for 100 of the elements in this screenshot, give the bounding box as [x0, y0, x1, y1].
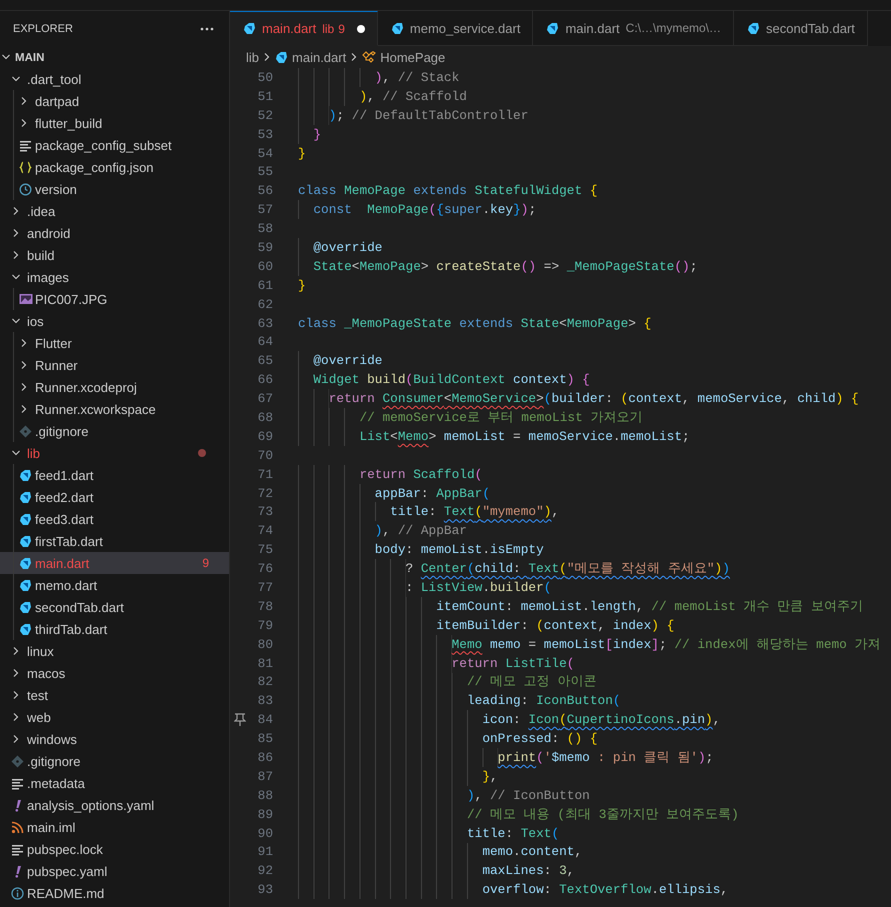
feed-file-icon [11, 820, 24, 834]
file-item[interactable]: secondTab.dart [0, 596, 229, 618]
folder-item[interactable]: images [0, 266, 229, 288]
folder-item[interactable]: Runner.xcodeproj [0, 376, 229, 398]
file-item[interactable]: .gitignore [0, 420, 229, 442]
file-item[interactable]: version [0, 178, 229, 200]
folder-item[interactable]: Flutter [0, 332, 229, 354]
folder-item[interactable]: Runner.xcworkspace [0, 398, 229, 420]
chevron-right-icon [19, 360, 29, 370]
line-number: 54 [256, 146, 273, 160]
editor-tab[interactable]: secondTab.dart [734, 11, 868, 46]
file-item[interactable]: pubspec.yaml [0, 860, 229, 882]
section-header[interactable]: MAIN [0, 46, 229, 68]
folder-item[interactable]: dartpad [0, 90, 229, 112]
line-number: 58 [256, 221, 273, 236]
file-item[interactable]: analysis_options.yaml [0, 794, 229, 816]
folder-item[interactable]: linux [0, 640, 229, 662]
clock-file-icon [19, 182, 32, 196]
line-number: 77 [256, 580, 273, 595]
code-line: maxLines: 3, [482, 863, 574, 878]
pin-icon[interactable] [234, 712, 246, 727]
file-item[interactable]: .gitignore [0, 750, 229, 772]
code-line: // 메모 내용 (최대 3줄까지만 보여주도록) [466, 806, 739, 823]
line-number: 61 [256, 278, 273, 293]
chevron-down-icon [11, 448, 21, 458]
dart-file-icon [19, 578, 32, 592]
folder-item[interactable]: Runner [0, 354, 229, 376]
file-item[interactable]: README.md [0, 882, 229, 904]
file-item[interactable]: PIC007.JPG [0, 288, 229, 310]
line-number: 90 [256, 826, 273, 841]
line-number: 73 [256, 504, 273, 520]
code-line: } [313, 126, 322, 142]
dart-file-icon [546, 22, 560, 34]
dart-file-icon [243, 22, 256, 35]
folder-item[interactable]: lib [0, 442, 229, 464]
diamond-file-icon [11, 754, 24, 768]
file-item[interactable]: thirdTab.dart [0, 618, 229, 640]
breadcrumb-item[interactable]: main.dart [275, 50, 346, 64]
more-actions-icon[interactable] [200, 26, 214, 30]
folder-item[interactable]: .idea [0, 200, 229, 222]
chevron-right-icon [11, 734, 21, 744]
chevron-down-icon [11, 74, 21, 84]
file-item[interactable]: memo.dart [0, 574, 229, 596]
folder-item[interactable]: .dart_tool [0, 68, 229, 90]
diamond-file-icon [19, 424, 32, 438]
code-line: itemCount: memoList.length, // memoList 개수 만큼 보여주기 [436, 598, 863, 615]
breadcrumb-item[interactable]: lib [246, 50, 260, 64]
file-item[interactable]: feed2.dart [0, 486, 229, 508]
line-number: 70 [256, 448, 273, 463]
explorer-title: EXPLORER [13, 22, 73, 34]
code-line: ), // Stack [374, 70, 460, 85]
file-item[interactable]: pubspec.lock [0, 838, 229, 860]
dart-file-icon [19, 556, 32, 570]
folder-item[interactable]: flutter_build [0, 112, 229, 134]
file-item[interactable]: feed1.dart [0, 464, 229, 486]
chevron-right-icon [11, 690, 21, 700]
folder-item[interactable]: ios [0, 310, 229, 332]
chevron-right-icon [19, 118, 29, 128]
folder-item[interactable]: macos [0, 662, 229, 684]
line-number: 91 [256, 844, 273, 860]
line-number: 64 [256, 334, 273, 350]
chevron-down-icon [11, 316, 21, 326]
line-number: 88 [256, 788, 273, 803]
line-number: 89 [256, 806, 273, 822]
dart-file-icon [19, 600, 32, 614]
editor-tab[interactable]: main.dart C:\…\mymemo\… [533, 11, 734, 46]
code-line: overflow: TextOverflow.ellipsis, [482, 882, 728, 898]
line-number: 85 [256, 731, 273, 746]
folder-item[interactable]: web [0, 706, 229, 728]
chevron-right-icon [11, 668, 21, 678]
line-number: 69 [256, 428, 273, 444]
code-line: leading: IconButton( [466, 693, 621, 708]
file-item[interactable]: .metadata [0, 772, 229, 794]
folder-item[interactable]: windows [0, 728, 229, 750]
line-number: 59 [256, 240, 273, 255]
file-item[interactable]: feed3.dart [0, 508, 229, 530]
editor-tab[interactable]: memo_service.dart [378, 11, 534, 46]
folder-item[interactable]: android [0, 222, 229, 244]
folder-item[interactable]: test [0, 684, 229, 706]
dart-file-icon [19, 490, 32, 504]
file-item[interactable]: package_config.json [0, 156, 229, 178]
file-item[interactable]: package_config_subset [0, 134, 229, 156]
folder-item[interactable]: build [0, 244, 229, 266]
chevron-right-icon [11, 646, 21, 656]
chevron-right-icon [11, 206, 21, 216]
code-line: const MemoPage({super.key}); [313, 202, 536, 218]
line-number: 84 [256, 712, 273, 728]
line-number: 62 [256, 296, 273, 312]
code-line: return Scaffold( [359, 466, 482, 482]
code-line: return Consumer<MemoService>(builder: (context, memoService, child) { [328, 391, 859, 406]
file-item[interactable]: main.iml [0, 816, 229, 838]
code-line: @override [313, 240, 382, 255]
line-number: 67 [256, 391, 273, 406]
breadcrumb-item[interactable]: HomePage [362, 50, 446, 64]
code-line: Memo memo = memoList[index]; // index에 해당하는 memo 가져 [452, 636, 881, 653]
chevron-right-icon [19, 404, 29, 414]
file-item[interactable]: firstTab.dart [0, 530, 229, 552]
dart-file-icon [390, 22, 404, 34]
code-line: ), // AppBar [374, 523, 467, 538]
editor-tab[interactable]: main.dart lib 9 [230, 11, 378, 46]
